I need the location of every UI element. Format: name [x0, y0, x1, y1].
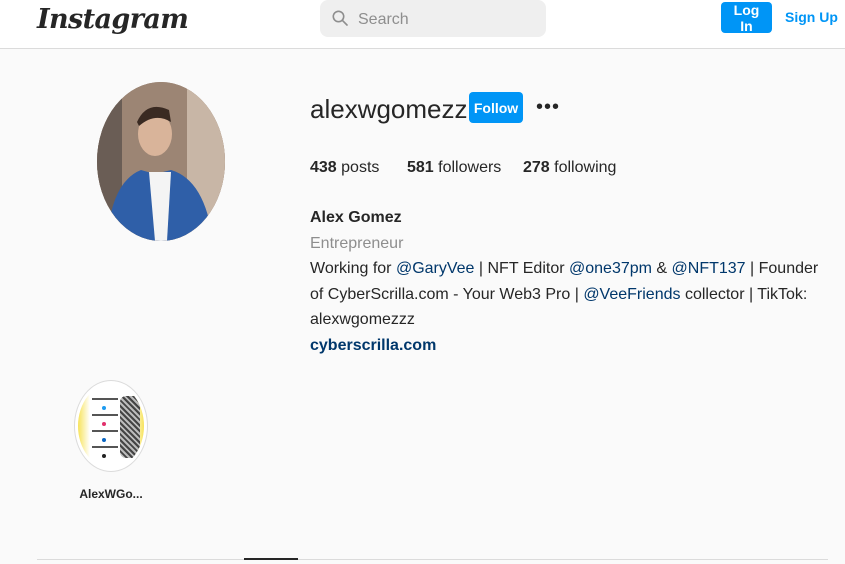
- following-label: following: [554, 159, 617, 176]
- tabs-divider: [37, 559, 828, 560]
- highlight-graphic-line: [92, 398, 118, 400]
- highlight-graphic-line: [92, 446, 118, 448]
- followers-label: followers: [438, 159, 502, 176]
- search-box[interactable]: [320, 0, 546, 39]
- bio-text-2: | NFT Editor: [474, 260, 569, 277]
- highlight-cover: [78, 384, 144, 468]
- highlight-graphic-dot: [102, 406, 106, 410]
- highlight-label: AlexWGo...: [79, 487, 143, 501]
- profile-bio: Alex Gomez Entrepreneur Working for @Gar…: [310, 205, 830, 358]
- mention-nft137[interactable]: @NFT137: [672, 260, 746, 277]
- following-stat[interactable]: 278 following: [523, 158, 616, 178]
- mention-garyvee[interactable]: @GaryVee: [396, 260, 475, 277]
- avatar-photo: [97, 82, 225, 241]
- bio-text: Working for @GaryVee | NFT Editor @one37…: [310, 256, 830, 333]
- highlight-graphic-dot: [102, 454, 106, 458]
- profile-category: Entrepreneur: [310, 234, 404, 252]
- active-tab-indicator: [244, 558, 298, 560]
- posts-label: posts: [341, 159, 380, 176]
- mention-veefriends[interactable]: @VeeFriends: [583, 286, 680, 303]
- top-nav: Instagram Log In Sign Up: [0, 0, 845, 49]
- highlight-graphic-map: [120, 396, 140, 458]
- story-highlight[interactable]: [74, 380, 148, 472]
- website-link[interactable]: cyberscrilla.com: [310, 337, 436, 354]
- followers-count: 581: [407, 159, 434, 176]
- posts-count: 438: [310, 159, 337, 176]
- profile-username: alexwgomezz: [310, 94, 468, 124]
- followers-stat[interactable]: 581 followers: [407, 158, 523, 178]
- log-in-button[interactable]: Log In: [721, 2, 772, 34]
- posts-stat: 438 posts: [310, 158, 407, 178]
- more-options-icon[interactable]: •••: [536, 97, 560, 117]
- bio-text-1: Working for: [310, 260, 396, 277]
- search-icon: [332, 10, 348, 26]
- mention-one37pm[interactable]: @one37pm: [569, 260, 652, 277]
- highlight-graphic-line: [92, 430, 118, 432]
- search-input[interactable]: [356, 0, 540, 39]
- following-count: 278: [523, 159, 550, 176]
- instagram-logo[interactable]: Instagram: [37, 2, 189, 38]
- profile-full-name: Alex Gomez: [310, 209, 402, 226]
- follow-button[interactable]: Follow: [469, 92, 523, 123]
- highlight-graphic-line: [92, 414, 118, 416]
- bio-text-3: &: [651, 260, 672, 277]
- profile-avatar[interactable]: [97, 82, 225, 241]
- highlight-graphic-dot: [102, 422, 106, 426]
- profile-stats: 438 posts 581 followers 278 following: [310, 158, 616, 178]
- highlight-graphic-dot: [102, 438, 106, 442]
- sign-up-link[interactable]: Sign Up: [785, 9, 838, 25]
